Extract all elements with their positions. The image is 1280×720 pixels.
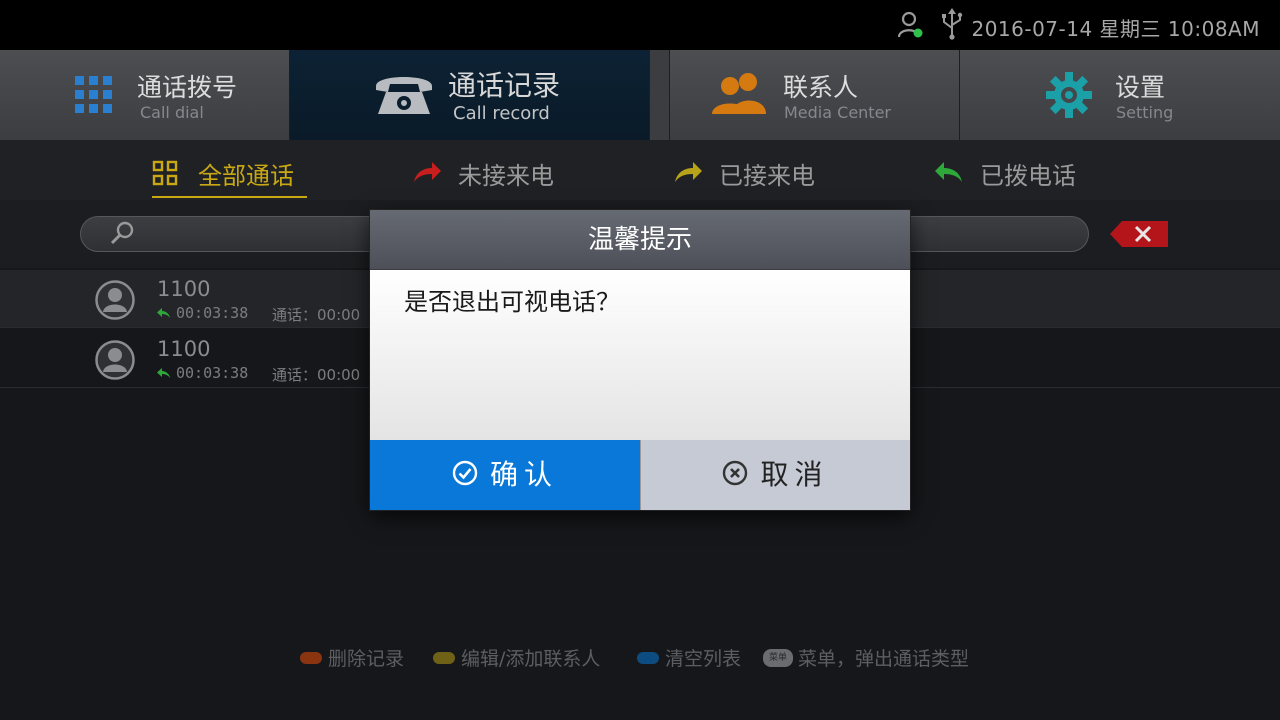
dialog-message: 是否退出可视电话？ (404, 288, 620, 316)
call-number: 1100 (157, 277, 211, 301)
cancel-button[interactable]: 取消 (640, 440, 910, 510)
filter-bar: 全部通话 未接来电 已接来电 已拨电话 (0, 140, 1280, 200)
tab-setting[interactable]: 设置 Setting (960, 50, 1280, 140)
filter-label: 全部通话 (198, 162, 294, 190)
check-circle-icon (452, 460, 478, 486)
user-status-icon (898, 11, 923, 38)
missed-arrow-icon (414, 162, 441, 182)
tab-label: 通话拨号 (137, 73, 238, 102)
datetime: 2016-07-14 星期三 10:08AM (971, 17, 1260, 41)
received-arrow-icon (675, 162, 702, 182)
tab-label: 联系人 (783, 73, 859, 102)
usb-icon (942, 8, 963, 40)
status-bar: 2016-07-14 星期三 10:08AM (0, 0, 1280, 50)
contacts-icon (712, 73, 766, 114)
main-tabs: 通话拨号 Call dial 通话记录 Call record 联系人 Medi… (0, 50, 1280, 140)
tab-separator (650, 50, 670, 140)
call-duration: 通话：00:00 (272, 366, 361, 384)
filter-dialed-calls[interactable]: 已拨电话 (934, 156, 1094, 198)
tab-sublabel: Call dial (140, 103, 204, 122)
red-key-icon (300, 652, 322, 664)
dialed-arrow-icon (935, 162, 962, 182)
filter-label: 未接来电 (458, 162, 554, 190)
call-number: 1100 (157, 337, 211, 361)
yellow-key-icon (433, 652, 455, 664)
avatar-icon (95, 280, 135, 320)
dialed-arrow-icon (157, 368, 170, 378)
filter-all-calls[interactable]: 全部通话 (152, 156, 307, 198)
filter-label: 已接来电 (719, 162, 815, 190)
filter-label: 已拨电话 (980, 162, 1076, 190)
dialed-arrow-icon (157, 308, 170, 318)
hint-delete-record: 删除记录 (300, 644, 404, 671)
dialog-title: 温馨提示 (370, 210, 910, 270)
tab-call-dial[interactable]: 通话拨号 Call dial (0, 50, 290, 140)
telephone-icon (376, 77, 432, 114)
confirm-label: 确认 (489, 458, 558, 491)
avatar-icon (95, 340, 135, 380)
dialog-body: 是否退出可视电话？ (370, 270, 910, 440)
grid-icon (152, 160, 178, 186)
tab-call-record[interactable]: 通话记录 Call record (290, 50, 650, 140)
tab-contacts[interactable]: 联系人 Media Center (670, 50, 960, 140)
call-duration: 通话：00:00 (272, 306, 361, 324)
tab-sublabel: Media Center (784, 103, 891, 122)
footer-hints: 删除记录 编辑/添加联系人 清空列表 菜单 菜单，弹出通话类型 (0, 640, 1280, 674)
hint-menu: 菜单 菜单，弹出通话类型 (763, 644, 969, 671)
cancel-label: 取消 (760, 458, 829, 491)
call-time: 00:03:38 (176, 364, 249, 382)
hint-edit-contact: 编辑/添加联系人 (433, 644, 600, 671)
tab-label: 通话记录 (448, 69, 561, 102)
tab-label: 设置 (1115, 73, 1166, 102)
hint-clear-list: 清空列表 (637, 644, 741, 671)
blue-key-icon (637, 652, 659, 664)
menu-key-icon: 菜单 (763, 649, 793, 667)
search-icon (110, 221, 134, 245)
gear-icon (1046, 72, 1092, 118)
filter-received-calls[interactable]: 已接来电 (673, 156, 833, 198)
tab-sublabel: Call record (453, 103, 550, 124)
close-circle-icon (723, 460, 748, 486)
tab-sublabel: Setting (1116, 103, 1174, 122)
confirm-button[interactable]: 确认 (370, 440, 640, 510)
dialpad-icon (75, 76, 112, 113)
exit-dialog: 温馨提示 是否退出可视电话？ 确认 取消 (370, 210, 910, 510)
call-time: 00:03:38 (176, 304, 249, 322)
clear-search-button[interactable] (1110, 221, 1168, 247)
filter-missed-calls[interactable]: 未接来电 (412, 156, 572, 198)
